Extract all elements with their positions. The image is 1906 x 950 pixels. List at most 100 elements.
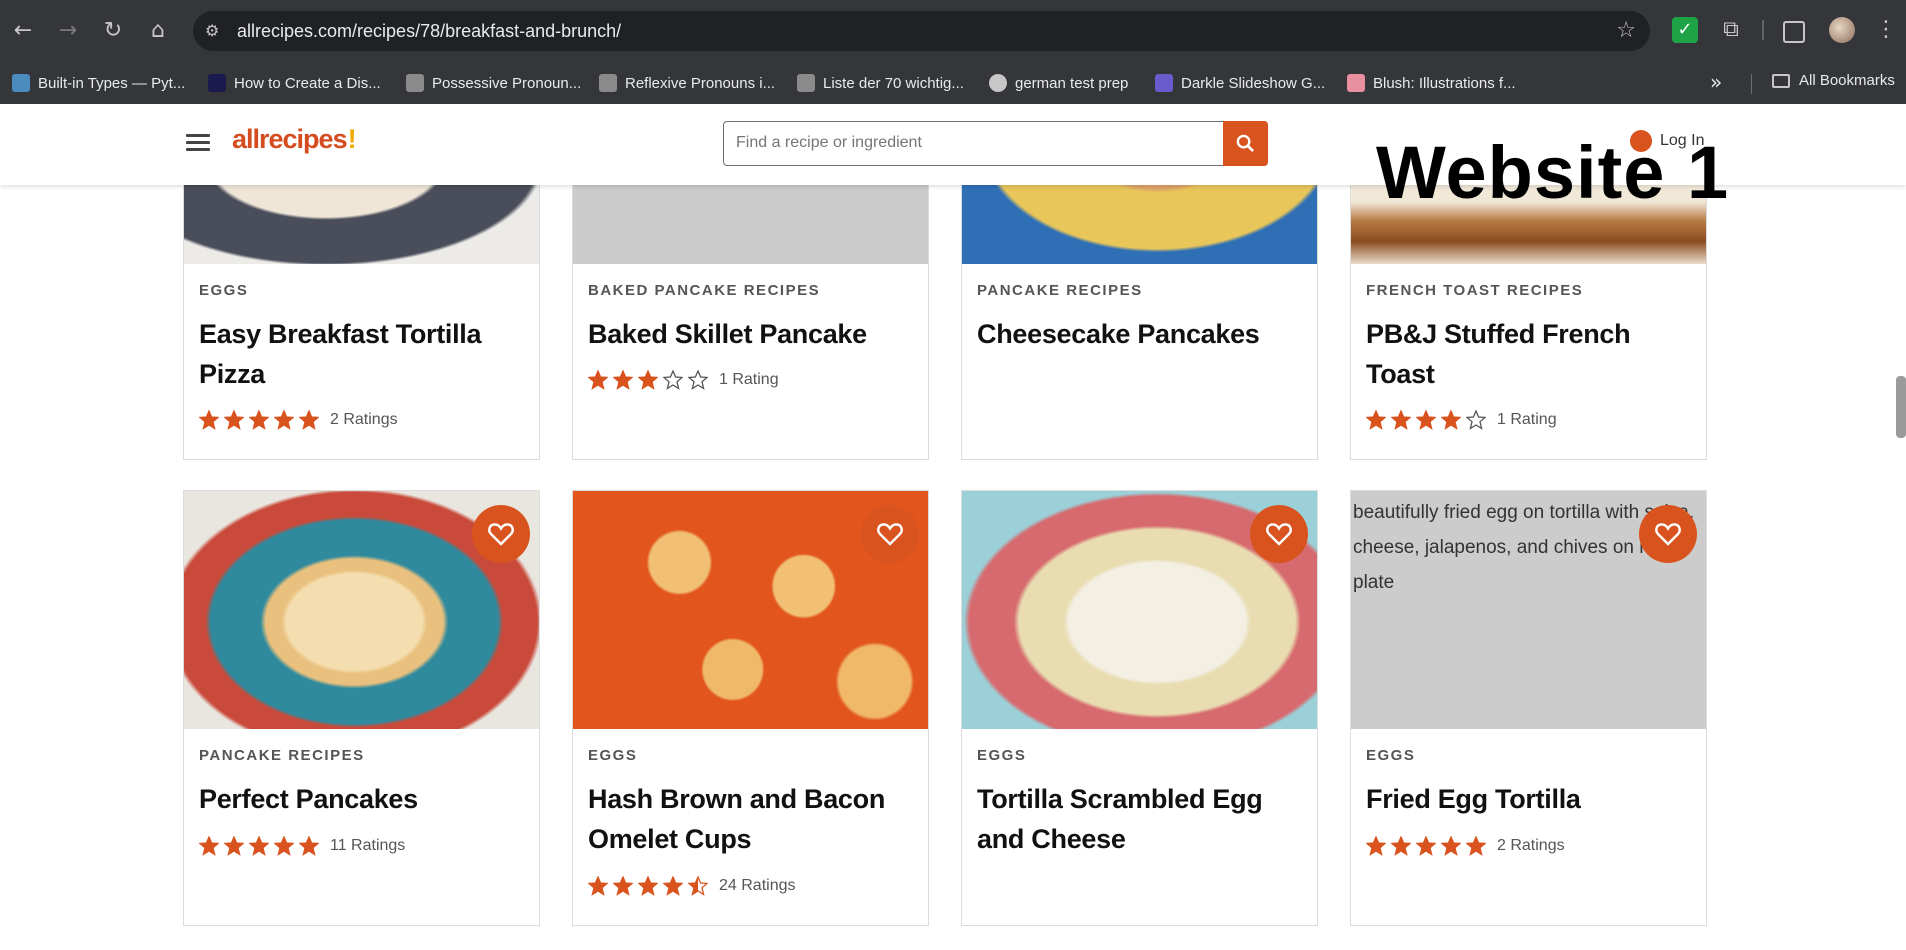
recipe-rating: 11 Ratings [199,836,405,856]
bookmark-item[interactable]: Reflexive Pronouns i... [599,72,775,94]
extensions-puzzle-icon[interactable]: ⧉ [1718,17,1744,43]
recipe-title[interactable]: Easy Breakfast Tortilla Pizza [199,314,524,394]
star-icon [688,876,708,896]
save-recipe-button[interactable] [472,505,530,563]
heart-icon [1655,523,1681,546]
forward-icon[interactable]: → [53,16,83,46]
overlay-caption: Website 1 [1376,131,1730,214]
recipe-title[interactable]: Fried Egg Tortilla [1366,779,1691,819]
recipe-title[interactable]: Tortilla Scrambled Egg and Cheese [977,779,1302,859]
recipe-card[interactable]: BAKED PANCAKE RECIPES Baked Skillet Panc… [572,150,929,460]
star-icon [299,836,319,856]
bookmark-item[interactable]: Darkle Slideshow G... [1155,72,1325,94]
recipe-category[interactable]: EGGS [977,747,1026,764]
recipe-card[interactable]: PANCAKE RECIPES Perfect Pancakes 11 Rati… [183,490,540,926]
recipe-title[interactable]: PB&J Stuffed French Toast [1366,314,1691,394]
bookmark-item[interactable]: Built-in Types — Pyt... [12,72,185,94]
recipe-card[interactable]: PANCAKE RECIPES Cheesecake Pancakes [961,150,1318,460]
star-icon [1466,836,1486,856]
recipe-card[interactable]: EGGS Tortilla Scrambled Egg and Cheese [961,490,1318,926]
recipe-card[interactable]: EGGS Hash Brown and Bacon Omelet Cups 24… [572,490,929,926]
page-scrollbar[interactable] [1896,376,1906,438]
recipe-card[interactable]: beautifully fried egg on tortilla with s… [1350,490,1707,926]
recipe-category[interactable]: FRENCH TOAST RECIPES [1366,282,1583,299]
url-text[interactable]: allrecipes.com/recipes/78/breakfast-and-… [237,21,621,42]
star-icon [199,410,219,430]
recipe-rating: 24 Ratings [588,876,796,896]
recipe-title[interactable]: Cheesecake Pancakes [977,314,1302,354]
recipe-rating: 2 Ratings [1366,836,1565,856]
site-info-icon[interactable]: ⚙ [205,20,227,42]
search-input[interactable] [734,133,1198,153]
star-icon [1416,410,1436,430]
search-icon [1236,134,1255,152]
save-recipe-button[interactable] [861,505,919,563]
more-menu-icon[interactable]: ⋮ [1873,17,1899,43]
star-icon [638,876,658,896]
star-icon [1441,410,1461,430]
extension-check-icon[interactable]: ✓ [1672,17,1698,43]
all-bookmarks-button[interactable]: All Bookmarks [1772,72,1895,89]
bookmark-label: Possessive Pronoun... [432,74,582,92]
search-box [723,120,1268,166]
recipe-category[interactable]: EGGS [199,282,248,299]
bookmark-star-icon[interactable]: ☆ [1616,18,1636,43]
bookmark-label: Liste der 70 wichtig... [823,74,964,92]
bookmark-label: How to Create a Dis... [234,74,381,92]
cube-icon [1155,74,1173,92]
star-icon [199,836,219,856]
reload-icon[interactable]: ↻ [98,16,128,46]
recipe-title[interactable]: Hash Brown and Bacon Omelet Cups [588,779,913,859]
ratings-count: 1 Rating [1497,411,1557,428]
star-icon [1391,836,1411,856]
back-icon[interactable]: ← [8,16,38,46]
star-icon [224,410,244,430]
star-icon [613,876,633,896]
ratings-count: 2 Ratings [330,411,398,428]
recipe-rating: 2 Ratings [199,410,398,430]
search-button[interactable] [1223,120,1268,166]
menu-icon[interactable] [186,134,210,152]
address-bar[interactable]: ⚙ allrecipes.com/recipes/78/breakfast-an… [193,11,1650,51]
recipe-category[interactable]: PANCAKE RECIPES [199,747,365,764]
profile-avatar[interactable] [1829,17,1855,43]
ratings-count: 2 Ratings [1497,837,1565,854]
folder-icon [1772,73,1790,88]
star-icon [1416,836,1436,856]
star-icon [663,876,683,896]
star-icon [274,836,294,856]
ratings-count: 11 Ratings [330,837,406,854]
star-icon [1366,410,1386,430]
bookmark-item[interactable]: Possessive Pronoun... [406,72,581,94]
recipe-category[interactable]: EGGS [588,747,637,764]
heart-icon [877,523,903,546]
bookmarks-divider [1751,74,1752,94]
a-logo-icon [208,74,226,92]
bookmarks-bar: Built-in Types — Pyt... How to Create a … [0,62,1906,105]
more-bookmarks-chevron-icon[interactable]: » [1710,70,1722,94]
hammer-icon [599,74,617,92]
bookmark-item[interactable]: Blush: Illustrations f... [1347,72,1516,94]
python-icon [12,74,30,92]
star-icon [1366,836,1386,856]
ratings-count: 1 Rating [719,371,779,388]
recipe-category[interactable]: PANCAKE RECIPES [977,282,1143,299]
recipe-card[interactable]: EGGS Easy Breakfast Tortilla Pizza 2 Rat… [183,150,540,460]
side-panel-icon[interactable] [1783,21,1805,43]
star-icon [638,370,658,390]
recipe-title[interactable]: Baked Skillet Pancake [588,314,913,354]
star-icon [274,410,294,430]
recipe-title[interactable]: Perfect Pancakes [199,779,524,819]
bookmark-item[interactable]: Liste der 70 wichtig... [797,72,964,94]
bookmark-item[interactable]: german test prep [989,72,1128,94]
bookmark-item[interactable]: How to Create a Dis... [208,72,381,94]
home-icon[interactable]: ⌂ [143,16,173,46]
save-recipe-button[interactable] [1250,505,1308,563]
heart-icon [1266,523,1292,546]
all-bookmarks-label: All Bookmarks [1799,72,1895,89]
recipe-category[interactable]: BAKED PANCAKE RECIPES [588,282,820,299]
ratings-count: 24 Ratings [719,877,796,894]
recipe-category[interactable]: EGGS [1366,747,1415,764]
site-logo[interactable]: allrecipes! [232,124,357,155]
save-recipe-button[interactable] [1639,505,1697,563]
